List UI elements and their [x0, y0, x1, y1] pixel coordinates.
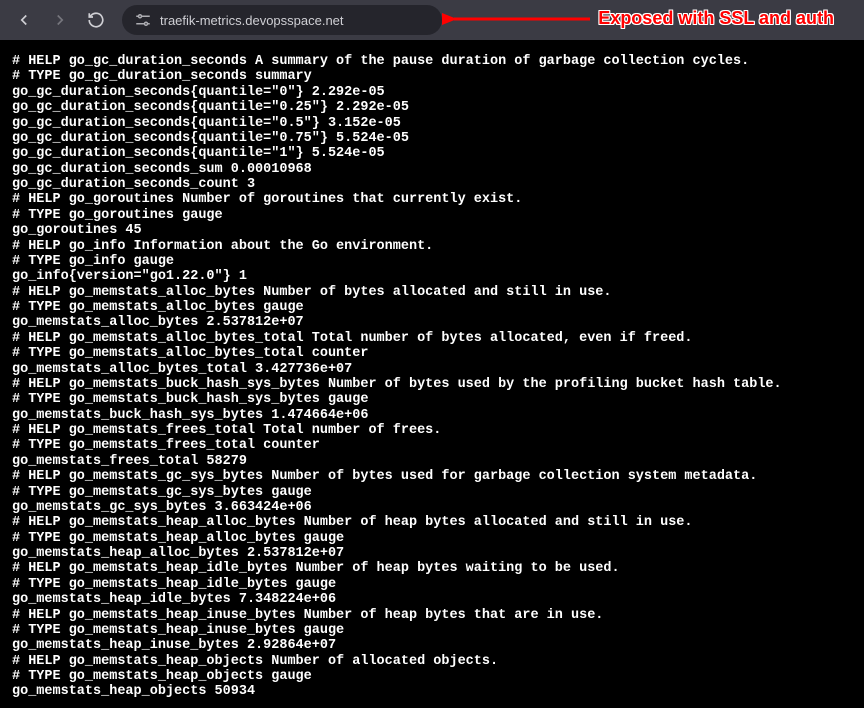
metrics-output[interactable]: # HELP go_gc_duration_seconds A summary …	[0, 40, 864, 708]
site-settings-icon[interactable]	[134, 11, 152, 29]
reload-button[interactable]	[80, 4, 112, 36]
url-text: traefik-metrics.devopsspace.net	[160, 13, 344, 28]
reload-icon	[87, 11, 105, 29]
browser-toolbar: traefik-metrics.devopsspace.net	[0, 0, 864, 40]
address-bar[interactable]: traefik-metrics.devopsspace.net	[122, 5, 442, 35]
back-button[interactable]	[8, 4, 40, 36]
tune-icon	[134, 11, 152, 29]
forward-button[interactable]	[44, 4, 76, 36]
arrow-right-icon	[51, 11, 69, 29]
arrow-left-icon	[15, 11, 33, 29]
